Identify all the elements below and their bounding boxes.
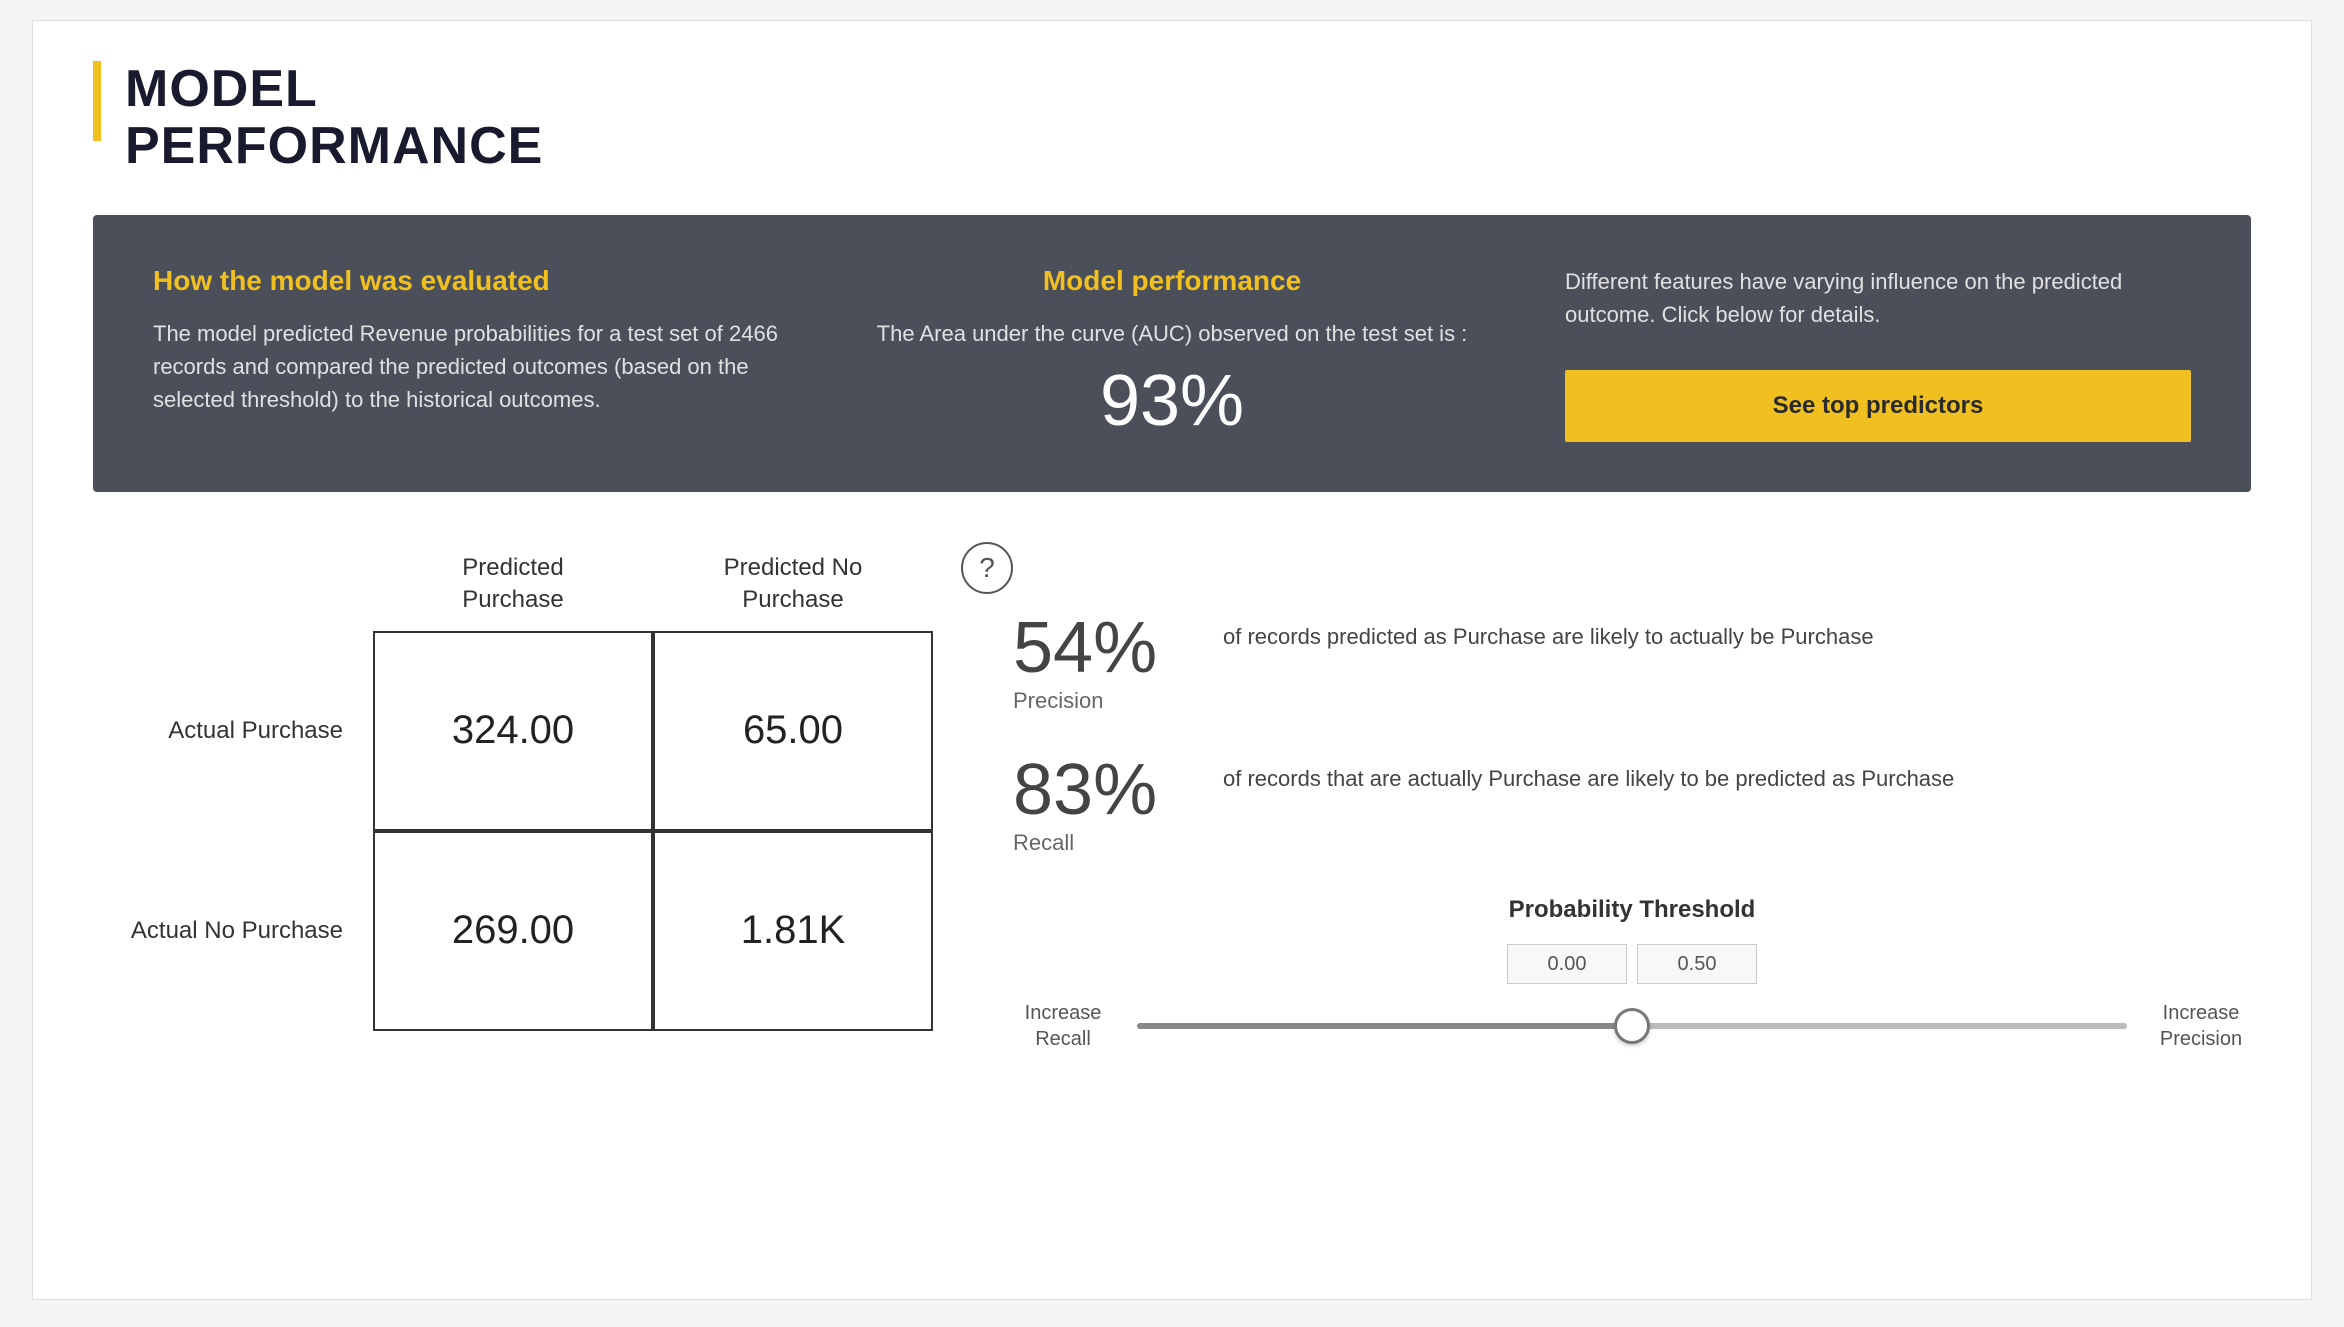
column-headers: PredictedPurchase Predicted NoPurchase xyxy=(373,552,933,630)
precision-value-block: 54% Precision xyxy=(1013,612,1193,714)
slider-left-label: IncreaseRecall xyxy=(1013,1000,1113,1052)
banner-text-auc: The Area under the curve (AUC) observed … xyxy=(859,317,1485,350)
banner-text-evaluation: The model predicted Revenue probabilitie… xyxy=(153,317,779,416)
banner-text-predictors: Different features have varying influenc… xyxy=(1565,265,2191,331)
banner-section-evaluation: How the model was evaluated The model pr… xyxy=(153,265,779,442)
confusion-matrix-wrapper: ? PredictedPurchase Predicted NoPurchase… xyxy=(93,552,933,1030)
precision-desc: of records predicted as Purchase are lik… xyxy=(1223,612,1874,653)
row-label-actual-no-purchase: Actual No Purchase xyxy=(93,915,373,946)
banner-title-evaluation: How the model was evaluated xyxy=(153,265,779,297)
probability-slider-track[interactable] xyxy=(1137,1023,2127,1029)
cell-tp: 324.00 xyxy=(373,631,653,831)
slider-container: IncreaseRecall IncreasePrecision xyxy=(1013,1000,2251,1052)
banner-title-performance: Model performance xyxy=(859,265,1485,297)
header-accent-bar xyxy=(93,61,101,141)
help-icon-container: ? xyxy=(961,542,1013,594)
threshold-min-input[interactable] xyxy=(1507,944,1627,984)
threshold-max-input[interactable] xyxy=(1637,944,1757,984)
row-label-actual-purchase: Actual Purchase xyxy=(93,715,373,746)
slider-right-label: IncreasePrecision xyxy=(2151,1000,2251,1052)
recall-desc: of records that are actually Purchase ar… xyxy=(1223,754,1954,795)
matrix-row-actual-no-purchase: Actual No Purchase 269.00 1.81K xyxy=(93,831,933,1031)
precision-label: Precision xyxy=(1013,688,1193,714)
stats-section: 54% Precision of records predicted as Pu… xyxy=(1013,552,2251,1052)
slider-fill xyxy=(1137,1023,1632,1029)
main-card: MODEL PERFORMANCE How the model was eval… xyxy=(32,20,2312,1300)
recall-value: 83% xyxy=(1013,754,1193,826)
threshold-title: Probability Threshold xyxy=(1013,896,2251,924)
help-icon[interactable]: ? xyxy=(961,542,1013,594)
col-header-predicted-purchase: PredictedPurchase xyxy=(373,552,653,630)
cell-tn: 1.81K xyxy=(653,831,933,1031)
banner-section-performance: Model performance The Area under the cur… xyxy=(859,265,1485,442)
see-top-predictors-button[interactable]: See top predictors xyxy=(1565,370,2191,442)
info-banner: How the model was evaluated The model pr… xyxy=(93,215,2251,492)
precision-block: 54% Precision of records predicted as Pu… xyxy=(1013,612,2251,714)
threshold-inputs xyxy=(1013,944,2251,984)
confusion-matrix: PredictedPurchase Predicted NoPurchase A… xyxy=(93,552,933,1030)
recall-label: Recall xyxy=(1013,830,1193,856)
recall-block: 83% Recall of records that are actually … xyxy=(1013,754,2251,856)
content-section: ? PredictedPurchase Predicted NoPurchase… xyxy=(93,552,2251,1052)
header: MODEL PERFORMANCE xyxy=(93,61,2251,175)
banner-section-predictors: Different features have varying influenc… xyxy=(1565,265,2191,442)
precision-value: 54% xyxy=(1013,612,1193,684)
recall-value-block: 83% Recall xyxy=(1013,754,1193,856)
matrix-row-actual-purchase: Actual Purchase 324.00 65.00 xyxy=(93,631,933,831)
cell-fp: 269.00 xyxy=(373,831,653,1031)
slider-thumb[interactable] xyxy=(1614,1008,1650,1044)
col-header-predicted-no-purchase: Predicted NoPurchase xyxy=(653,552,933,630)
auc-value: 93% xyxy=(859,360,1485,442)
page-title: MODEL PERFORMANCE xyxy=(125,61,543,175)
cell-fn: 65.00 xyxy=(653,631,933,831)
threshold-section: Probability Threshold IncreaseRecall Inc… xyxy=(1013,896,2251,1052)
